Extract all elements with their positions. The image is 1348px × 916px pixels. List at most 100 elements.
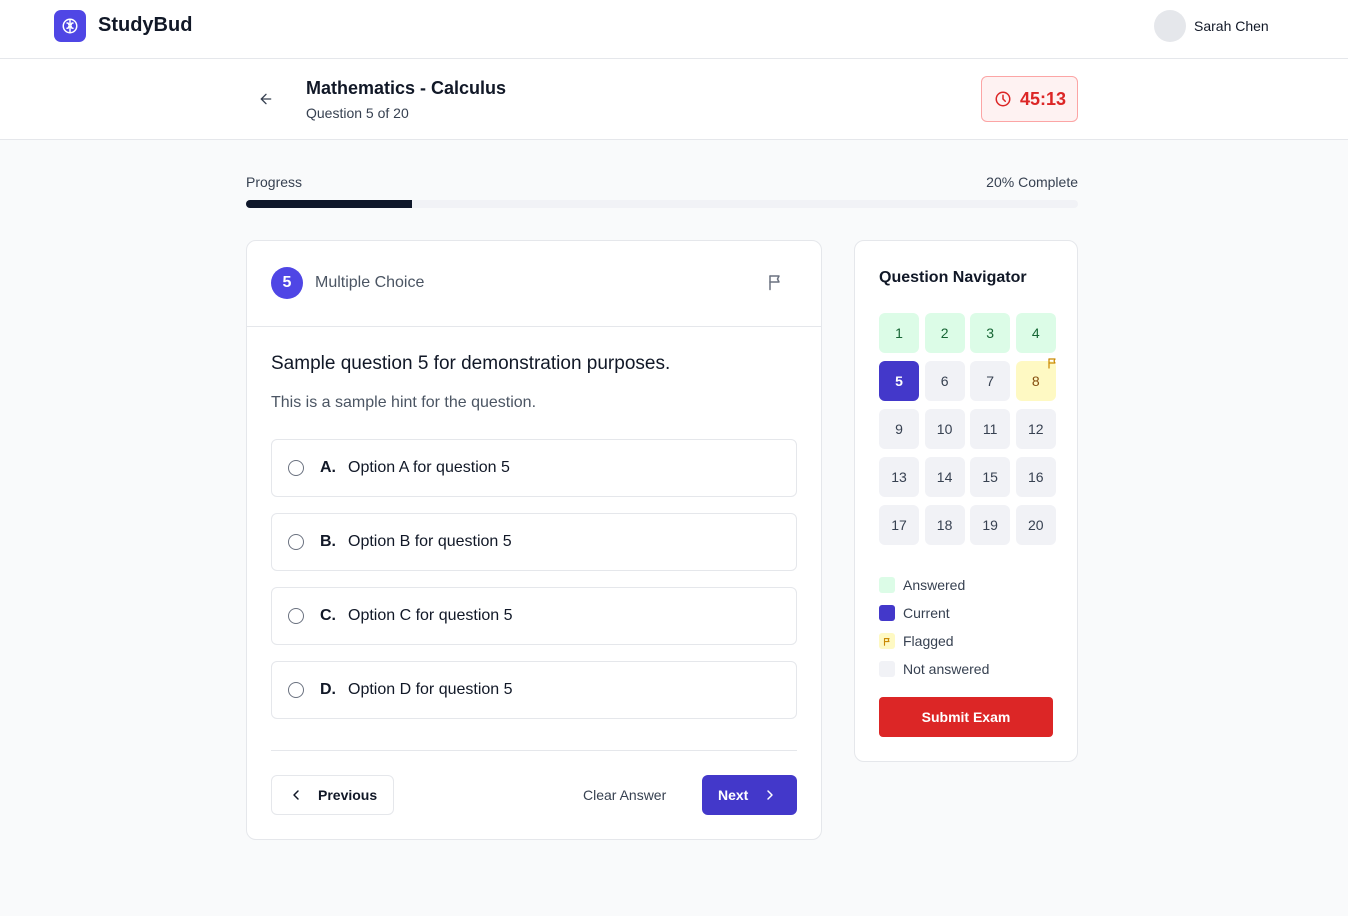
back-button[interactable] bbox=[254, 87, 278, 111]
avatar[interactable] bbox=[1154, 10, 1186, 42]
legend-not-answered: Not answered bbox=[879, 655, 989, 683]
question-nav-number: 4 bbox=[1031, 325, 1040, 341]
question-nav-number: 17 bbox=[891, 517, 907, 533]
question-nav-number: 5 bbox=[895, 373, 903, 389]
question-nav-number: 19 bbox=[982, 517, 998, 533]
legend-flagged: Flagged bbox=[879, 627, 989, 655]
clear-answer-button[interactable]: Clear Answer bbox=[583, 787, 666, 803]
question-nav-number: 7 bbox=[986, 373, 995, 389]
question-nav-number: 9 bbox=[895, 421, 903, 437]
question-nav-number: 2 bbox=[940, 325, 949, 341]
answered-swatch bbox=[879, 577, 895, 593]
question-nav-7[interactable]: 7 bbox=[970, 361, 1011, 401]
option-letter: D. bbox=[320, 681, 336, 698]
question-nav-number: 12 bbox=[1027, 421, 1044, 437]
exam-title: Mathematics - Calculus bbox=[306, 78, 507, 98]
divider bbox=[271, 750, 797, 751]
question-nav-15[interactable]: 15 bbox=[970, 457, 1011, 497]
timer-value: 45:13 bbox=[1020, 88, 1067, 109]
chevron-right-icon bbox=[767, 790, 774, 800]
current-swatch bbox=[879, 605, 895, 621]
exam-header: Mathematics - Calculus Question 5 of 20 … bbox=[0, 59, 1348, 140]
clock-icon bbox=[995, 91, 1011, 107]
question-nav-5[interactable]: 5 bbox=[879, 361, 919, 401]
question-nav-number: 1 bbox=[895, 325, 903, 341]
option-a[interactable]: A. Option A for question 5 bbox=[271, 439, 797, 497]
app-name[interactable]: StudyBud bbox=[98, 14, 192, 37]
legend-label: Flagged bbox=[903, 633, 954, 649]
question-nav-20[interactable]: 20 bbox=[1015, 505, 1056, 545]
arrow-left-icon bbox=[260, 93, 272, 105]
question-hint: This is a sample hint for the question. bbox=[271, 394, 537, 411]
question-text: Sample question 5 for demonstration purp… bbox=[271, 353, 671, 374]
question-nav-number: 20 bbox=[1027, 517, 1044, 533]
radio-button[interactable] bbox=[288, 682, 304, 698]
navigator-legend: Answered Current Flagged Not answered bbox=[879, 571, 989, 683]
submit-label: Submit Exam bbox=[921, 709, 1011, 725]
question-nav-18[interactable]: 18 bbox=[924, 505, 965, 545]
radio-button[interactable] bbox=[288, 534, 304, 550]
question-nav-3[interactable]: 3 bbox=[970, 313, 1011, 353]
progress-label: Progress bbox=[246, 174, 303, 190]
question-nav-number: 6 bbox=[940, 373, 949, 389]
question-nav-number: 8 bbox=[1031, 373, 1040, 389]
question-nav-16[interactable]: 16 bbox=[1015, 457, 1056, 497]
option-letter: A. bbox=[320, 459, 336, 476]
timer: 45:13 bbox=[981, 76, 1078, 122]
previous-label: Previous bbox=[318, 787, 378, 803]
question-nav-13[interactable]: 13 bbox=[879, 457, 919, 497]
option-text: Option C for question 5 bbox=[348, 607, 513, 624]
radio-button[interactable] bbox=[288, 608, 304, 624]
option-text: Option D for question 5 bbox=[348, 681, 513, 698]
option-d[interactable]: D. Option D for question 5 bbox=[271, 661, 797, 719]
flag-question-button[interactable] bbox=[767, 273, 787, 293]
question-nav-12[interactable]: 12 bbox=[1015, 409, 1056, 449]
user-name[interactable]: Sarah Chen bbox=[1194, 18, 1269, 34]
option-b[interactable]: B. Option B for question 5 bbox=[271, 513, 797, 571]
flag-icon bbox=[769, 275, 780, 291]
submit-exam-button[interactable]: Submit Exam bbox=[879, 697, 1053, 737]
legend-label: Current bbox=[903, 605, 950, 621]
legend-answered: Answered bbox=[879, 571, 989, 599]
progress-fill bbox=[246, 200, 413, 208]
option-letter: B. bbox=[320, 533, 336, 550]
question-nav-17[interactable]: 17 bbox=[879, 505, 919, 545]
navigator-title: Question Navigator bbox=[879, 269, 1027, 286]
option-text: Option B for question 5 bbox=[348, 533, 512, 550]
question-nav-number: 13 bbox=[891, 469, 907, 485]
flag-icon bbox=[1048, 358, 1056, 369]
legend-label: Not answered bbox=[903, 661, 990, 677]
top-bar: StudyBud Sarah Chen bbox=[0, 0, 1348, 59]
question-nav-14[interactable]: 14 bbox=[924, 457, 965, 497]
question-nav-10[interactable]: 10 bbox=[924, 409, 965, 449]
question-nav-number: 15 bbox=[982, 469, 998, 485]
not-answered-swatch bbox=[879, 661, 895, 677]
question-type: Multiple Choice bbox=[315, 274, 425, 291]
question-nav-number: 14 bbox=[936, 469, 953, 485]
flagged-swatch bbox=[879, 633, 895, 649]
question-nav-number: 3 bbox=[986, 325, 995, 341]
progress-bar bbox=[246, 200, 1078, 208]
legend-label: Answered bbox=[903, 577, 966, 593]
navigator-grid: 1 2 3 4 5 6 7 8 9 10 11 12 13 14 15 16 17 18 19 20 bbox=[879, 313, 1056, 545]
question-nav-19[interactable]: 19 bbox=[970, 505, 1011, 545]
question-nav-1[interactable]: 1 bbox=[879, 313, 919, 353]
question-card: 5 Multiple Choice Sample question 5 for … bbox=[246, 240, 822, 840]
option-letter: C. bbox=[320, 607, 336, 624]
legend-current: Current bbox=[879, 599, 989, 627]
question-header: 5 Multiple Choice bbox=[247, 241, 821, 327]
question-nav-4[interactable]: 4 bbox=[1015, 313, 1056, 353]
question-nav-2[interactable]: 2 bbox=[924, 313, 965, 353]
question-nav-6[interactable]: 6 bbox=[924, 361, 965, 401]
question-nav-9[interactable]: 9 bbox=[879, 409, 919, 449]
brain-icon[interactable] bbox=[54, 10, 86, 42]
option-text: Option A for question 5 bbox=[348, 459, 510, 476]
question-nav-number: 18 bbox=[936, 517, 953, 533]
question-nav-11[interactable]: 11 bbox=[970, 409, 1011, 449]
radio-button[interactable] bbox=[288, 460, 304, 476]
question-nav-8[interactable]: 8 bbox=[1015, 358, 1056, 401]
progress-percent: 20% Complete bbox=[986, 174, 1078, 190]
next-button[interactable]: Next bbox=[702, 775, 797, 815]
option-c[interactable]: C. Option C for question 5 bbox=[271, 587, 797, 645]
previous-button[interactable]: Previous bbox=[271, 775, 394, 815]
